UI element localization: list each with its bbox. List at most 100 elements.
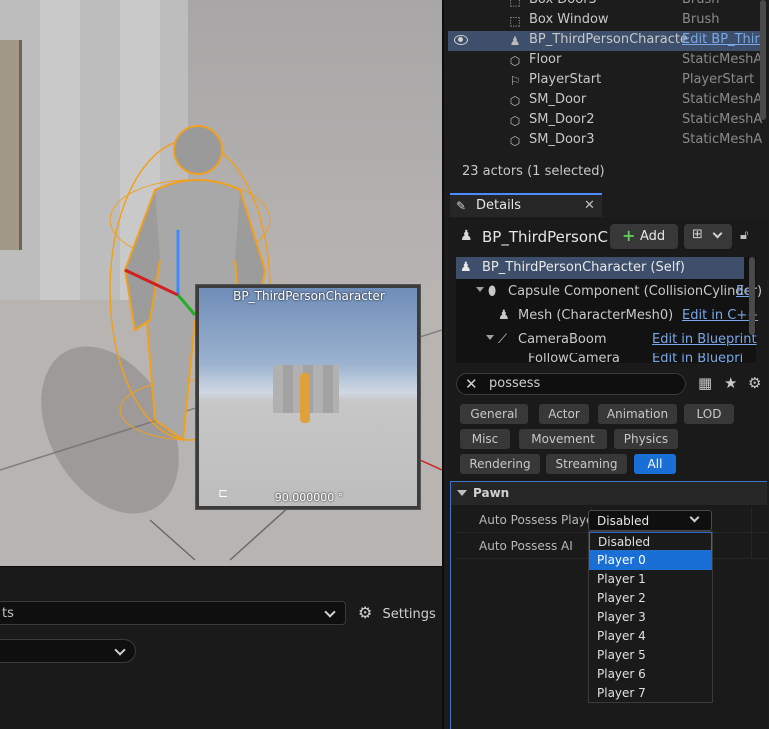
option-player-3[interactable]: Player 3 [589,608,712,627]
component-row[interactable]: ⟋ CameraBoom Edit in Blueprint [456,329,757,351]
actor-name: SM_Door2 [529,112,595,127]
components-tree: ♟ BP_ThirdPersonCharacter (Self) ⬮ Capsu… [456,257,762,363]
actor-type: PlayerStart [682,72,755,87]
collapse-arrow-icon [457,490,467,496]
property-label: Auto Possess AI [479,539,573,553]
outliner-row[interactable]: ⬡ SM_Door3 StaticMeshA [448,131,764,151]
outliner-row[interactable]: ⬚ Box Window Brush [448,11,764,31]
filter-streaming-button[interactable]: Streaming [546,454,627,474]
secondary-dropdown[interactable] [0,639,136,663]
filter-general-button[interactable]: General [460,404,528,424]
static-mesh-icon: ⬡ [509,54,521,68]
actor-type: StaticMeshA [682,112,762,127]
option-player-4[interactable]: Player 4 [589,627,712,646]
filter-movement-button[interactable]: Movement [519,429,607,449]
filter-animation-button[interactable]: Animation [598,404,677,424]
details-search-input[interactable]: ✕ possess [456,373,686,395]
component-label: Capsule Component (CollisionCylinder) [508,284,763,299]
world-outliner: ⬚ Box Door3 Brush ⬚ Box Window Brush ♟ BP_Third… [444,0,769,160]
actor-name: PlayerStart [529,72,602,87]
chevron-down-icon [712,228,723,239]
close-icon[interactable]: ✕ [584,198,595,213]
column-divider [751,507,752,533]
outliner-row[interactable]: ⬡ SM_Door StaticMeshA [448,91,764,111]
actor-name: Floor [529,52,562,67]
box-brush-icon: ⬚ [509,0,521,8]
auto-possess-player-combo[interactable]: Disabled [588,510,712,531]
tab-details-label: Details [476,198,522,213]
eye-icon[interactable] [454,35,468,45]
preview-angle: 90.000000 ° [274,491,344,504]
bottom-left-panel: ts ⚙ Settings [0,566,442,729]
expand-arrow-icon[interactable] [486,335,494,340]
chevron-down-icon [324,606,336,618]
component-edit-link[interactable]: Edit in Blueprint [652,353,744,363]
option-player-7[interactable]: Player 7 [589,684,712,703]
filter-rendering-button[interactable]: Rendering [460,454,540,474]
option-player-1[interactable]: Player 1 [589,570,712,589]
outliner-row[interactable]: ♟ BP_ThirdPersonCharacte Edit BP_Thir [448,31,764,51]
actor-name: SM_Door3 [529,132,595,147]
box-brush-icon: ⬚ [509,14,521,28]
player-start-icon: ⚐ [509,74,521,88]
lock-icon[interactable]: 🔓︎ [740,228,748,243]
settings-button[interactable]: ⚙ Settings [358,603,436,625]
option-disabled[interactable]: Disabled [589,532,712,551]
outliner-row[interactable]: ⚐ PlayerStart PlayerStart [448,71,764,91]
filter-dropdown-text: ts [2,606,14,621]
pencil-icon: ✎ [456,199,467,213]
filter-lod-button[interactable]: LOD [684,404,734,424]
level-viewport[interactable]: BP_ThirdPersonCharacter ⊏ 90.000000 ° [0,0,442,566]
category-pawn[interactable]: Pawn [450,481,767,505]
static-mesh-icon: ⬡ [509,134,521,148]
category-label: Pawn [473,486,510,500]
auto-possess-dropdown-menu: Disabled Player 0 Player 1 Player 2 Player 3… [588,531,713,703]
actor-name: SM_Door [529,92,587,107]
filter-dropdown[interactable]: ts [0,601,346,625]
component-row[interactable]: ⬮ Capsule Component (CollisionCylinder) … [456,281,762,303]
option-player-6[interactable]: Player 6 [589,665,712,684]
filter-all-button[interactable]: All [634,454,676,474]
components-scrollbar[interactable] [749,257,755,335]
component-row[interactable]: FollowCamera Edit in Blueprint [456,353,744,363]
outliner-scrollbar[interactable] [760,0,766,120]
option-player-2[interactable]: Player 2 [589,589,712,608]
component-edit-link[interactable]: Edit in C++ [682,308,758,323]
plus-icon: + [622,226,636,245]
table-view-icon[interactable]: ▦ [698,374,712,392]
actor-name: BP_ThirdPersonCharacte [529,32,688,47]
tab-details[interactable]: ✎ Details ✕ [450,193,602,217]
gear-icon[interactable]: ⚙ [748,374,761,392]
filter-misc-button[interactable]: Misc [460,429,510,449]
door-frame [0,40,22,250]
filter-actor-button[interactable]: Actor [539,404,589,424]
outliner-row[interactable]: ⬚ Box Door3 Brush [448,0,764,11]
component-label: BP_ThirdPersonCharacter (Self) [482,260,685,275]
star-icon[interactable]: ★ [724,374,737,392]
outliner-row[interactable]: ⬡ Floor StaticMeshA [448,51,764,71]
search-value: possess [489,376,541,391]
add-label: Add [640,229,666,244]
outliner-status: 23 actors (1 selected) [462,164,605,179]
character-icon: ♟ [460,228,473,244]
component-row[interactable]: ♟ Mesh (CharacterMesh0) Edit in C++ [456,305,758,327]
component-edit-link[interactable]: Edit in Blueprint [652,332,757,347]
option-player-0[interactable]: Player 0 [589,551,712,570]
mesh-icon: ♟ [498,308,510,323]
filter-physics-button[interactable]: Physics [614,429,678,449]
combo-value: Disabled [597,514,650,528]
add-component-button[interactable]: + Add [610,224,678,249]
hierarchy-icon: ⊞ [692,227,703,242]
option-player-5[interactable]: Player 5 [589,646,712,665]
actor-type: Brush [682,0,762,7]
clear-search-icon[interactable]: ✕ [465,375,478,393]
outliner-row[interactable]: ⬡ SM_Door2 StaticMeshA [448,111,764,131]
component-label: Mesh (CharacterMesh0) [518,308,674,323]
capsule-icon: ⬮ [488,284,497,299]
camera-preview: BP_ThirdPersonCharacter ⊏ 90.000000 ° [195,284,421,510]
component-row[interactable]: ♟ BP_ThirdPersonCharacter (Self) [456,257,744,279]
expand-arrow-icon[interactable] [476,287,484,292]
edit-blueprint-link[interactable]: Edit BP_Thir [682,32,762,47]
actor-type: StaticMeshA [682,92,762,107]
blueprint-options-button[interactable]: ⊞ [684,224,732,249]
